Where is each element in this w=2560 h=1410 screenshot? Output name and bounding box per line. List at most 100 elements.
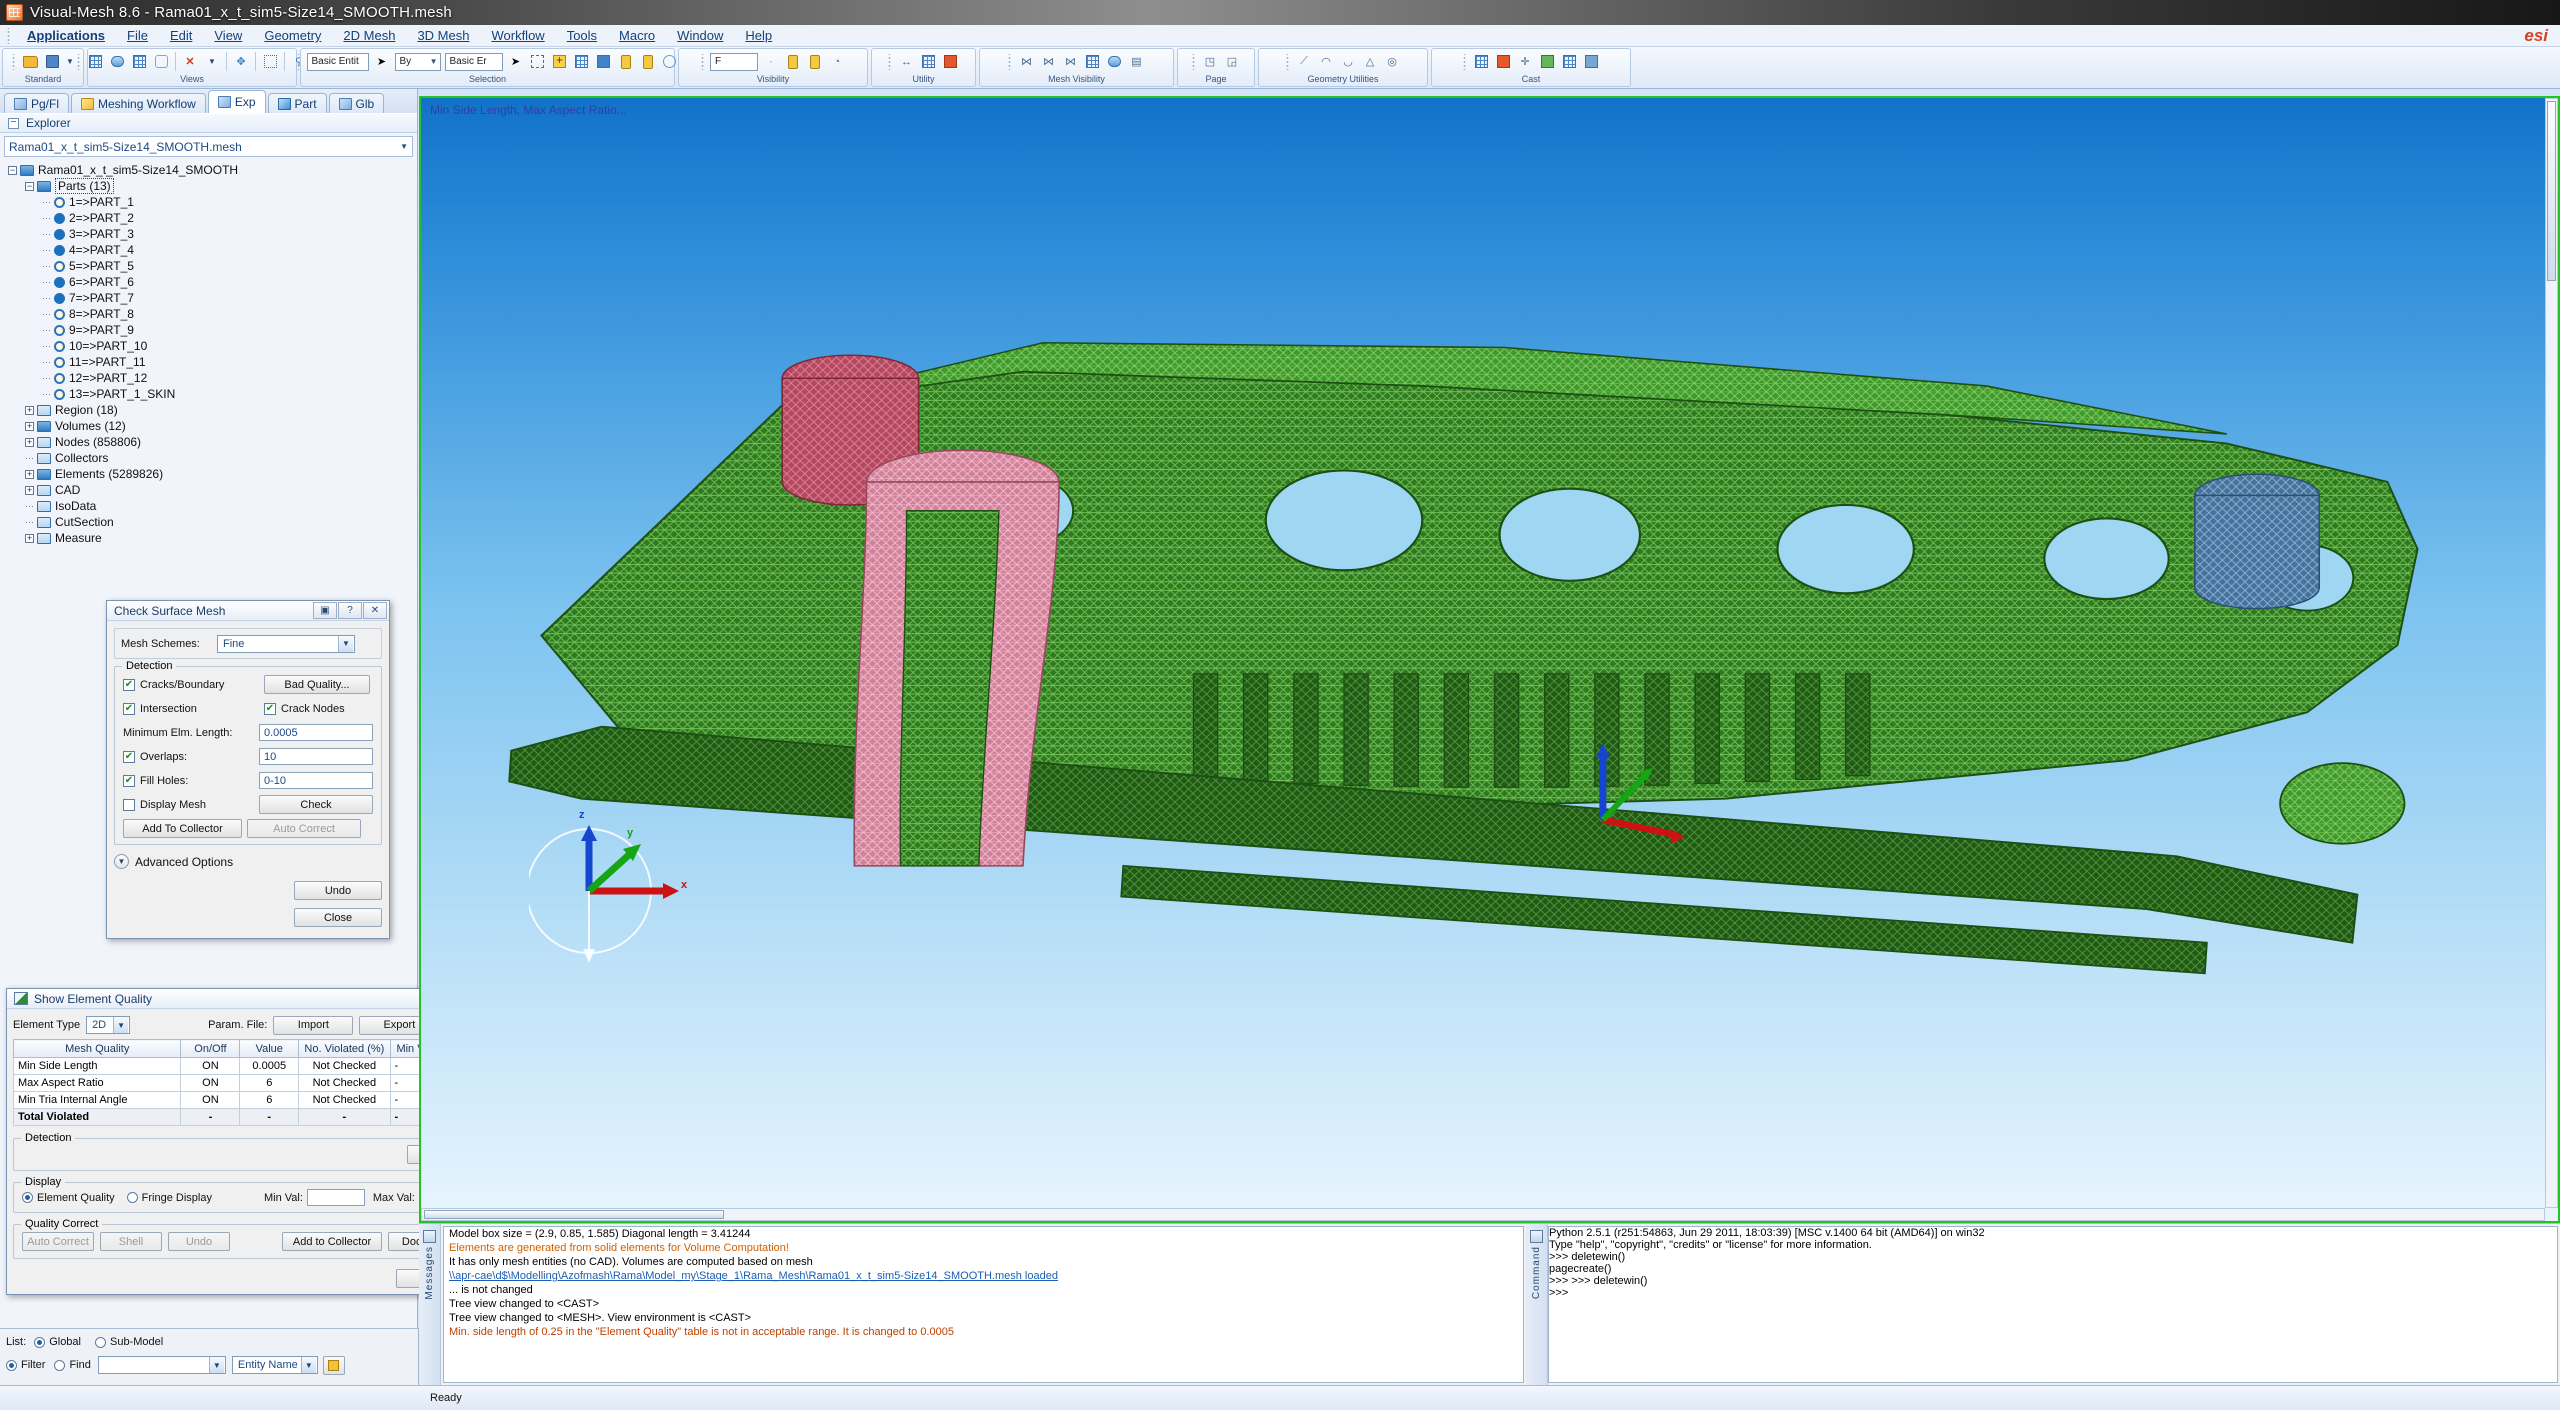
dropdown-views-icon[interactable]: ▼ (202, 52, 222, 72)
tree-item[interactable]: ⋯ 7=>PART_7 (6, 290, 417, 306)
add-to-collector-button[interactable]: Add To Collector (123, 819, 242, 838)
tab-meshing-workflow[interactable]: Meshing Workflow (71, 93, 206, 113)
tree-collapse-icon[interactable]: − (6, 164, 19, 177)
selection-pick-icon[interactable]: ➤ (372, 52, 392, 72)
quality-add-to-collector-button[interactable]: Add to Collector (282, 1232, 382, 1251)
quality-auto-correct-button[interactable]: Auto Correct (22, 1232, 94, 1251)
mesh-visibility-3-icon[interactable]: ⋈ (1061, 52, 1081, 72)
tree-item[interactable]: ⋯ 11=>PART_11 (6, 354, 417, 370)
tree-expand-icon[interactable]: + (23, 532, 36, 545)
mesh-schemes-combo[interactable]: Fine ▼ (217, 634, 355, 653)
cracks-boundary-checkbox[interactable] (123, 678, 135, 691)
message-log[interactable]: Model box size = (2.9, 0.85, 1.585) Diag… (443, 1226, 1524, 1383)
toolbar-page-grip[interactable] (1189, 53, 1197, 70)
global-radio[interactable] (34, 1336, 46, 1348)
tab-part[interactable]: Part (267, 93, 327, 113)
menu-help[interactable]: Help (734, 27, 783, 44)
toolbar-cast-grip[interactable] (1460, 53, 1468, 70)
fit-view-icon[interactable]: ✥ (231, 52, 251, 72)
undo-button[interactable]: Undo (294, 881, 382, 900)
menu-view[interactable]: View (203, 27, 253, 44)
python-console[interactable]: Python 2.5.1 (r251:54863, Jun 29 2011, 1… (1548, 1226, 2558, 1383)
filter-input[interactable]: ▼ (97, 1356, 226, 1374)
menu-geometry[interactable]: Geometry (253, 27, 332, 44)
selection-part2-icon[interactable] (638, 52, 658, 72)
element-quality-radio[interactable] (22, 1192, 33, 1203)
table-row[interactable]: Total Violated----- (12, 1108, 488, 1126)
collapse-icon[interactable]: − (8, 117, 19, 129)
utility-note-icon[interactable] (941, 52, 961, 72)
menu-applications[interactable]: Applications (16, 27, 116, 44)
tree-item[interactable]: + CAD (6, 482, 417, 498)
view-orientation-triad[interactable]: z y x (526, 809, 699, 963)
crack-nodes-checkbox[interactable] (264, 702, 276, 715)
mesh-visibility-1-icon[interactable]: ⋈ (1017, 52, 1037, 72)
check-button[interactable]: Check (259, 795, 373, 814)
min-val-input[interactable] (306, 1189, 365, 1206)
menu-file[interactable]: File (116, 27, 159, 44)
tab-explorer[interactable]: Exp (207, 90, 266, 113)
page-remove-icon[interactable]: ◲ (1222, 52, 1242, 72)
toolbar-selection-grip[interactable] (294, 53, 303, 70)
intersection-checkbox[interactable] (123, 702, 135, 715)
explorer-path-combo[interactable]: Rama01_x_t_sim5-Size14_SMOOTH.mesh ▼ (4, 136, 413, 157)
menu-window[interactable]: Window (666, 27, 734, 44)
advanced-options-row[interactable]: ▼ Advanced Options (114, 854, 382, 869)
selection-region-icon[interactable] (528, 52, 548, 72)
save-disk-icon[interactable] (42, 52, 62, 72)
overlaps-checkbox[interactable] (123, 750, 135, 763)
select-box-icon[interactable] (260, 52, 280, 72)
visibility-transparency-icon[interactable]: ◔ (827, 52, 847, 72)
tree-expand-icon[interactable]: + (23, 468, 36, 481)
filter-radio[interactable] (6, 1359, 17, 1371)
table-row[interactable]: Max Aspect RatioON6Not Checked-- (12, 1074, 488, 1092)
3d-viewport[interactable]: Min Side Length, Max Aspect Ratio... z y… (419, 96, 2560, 1223)
visibility-combo[interactable]: F (710, 52, 758, 71)
toolbar-standard-grip[interactable] (9, 53, 17, 70)
min-elm-length-input[interactable]: 0.0005 (259, 724, 373, 741)
quality-undo-button[interactable]: Undo (168, 1232, 230, 1251)
tree-item[interactable]: ⋯ 5=>PART_5 (6, 258, 417, 274)
utility-grid-icon[interactable] (919, 52, 939, 72)
tab-glb[interactable]: Glb (328, 93, 385, 113)
shaded-view-icon[interactable] (107, 52, 127, 72)
tree-item[interactable]: ⋯ 13=>PART_1_SKIN (6, 386, 417, 402)
tree-expand-icon[interactable]: + (23, 420, 36, 433)
cast-1-icon[interactable] (1471, 52, 1491, 72)
tree-expand-icon[interactable]: + (23, 404, 36, 417)
close-icon[interactable]: ✕ (363, 602, 387, 619)
axes-icon[interactable]: ✕ (180, 52, 200, 72)
tree-item[interactable]: − Parts (13) (6, 178, 417, 194)
toolbar-mesh-visibility-grip[interactable] (1005, 53, 1014, 70)
fill-holes-input[interactable]: 0-10 (259, 772, 373, 789)
selection-table-icon[interactable] (572, 52, 592, 72)
sub-model-radio[interactable] (94, 1336, 106, 1348)
tree-item[interactable]: + Nodes (858806) (6, 434, 417, 450)
mesh-visibility-2-icon[interactable]: ⋈ (1039, 52, 1059, 72)
toolbar-geometry-grip[interactable] (1283, 53, 1291, 70)
utility-measure-icon[interactable]: ↔ (897, 52, 917, 72)
messages-side-tab[interactable]: Messages (419, 1224, 441, 1385)
menu-edit[interactable]: Edit (159, 27, 203, 44)
image-icon[interactable]: ▣ (313, 602, 337, 619)
menu-tools[interactable]: Tools (556, 27, 608, 44)
selection-arrow-icon[interactable]: ➤ (506, 52, 526, 72)
tree-item[interactable]: ⋯ IsoData (6, 498, 417, 514)
selection-basic-combo[interactable]: Basic Er (444, 52, 503, 71)
tree-item[interactable]: ⋯ 3=>PART_3 (6, 226, 417, 242)
mesh-visibility-5-icon[interactable] (1105, 52, 1125, 72)
mesh-visibility-4-icon[interactable] (1083, 52, 1103, 72)
bad-quality-button[interactable]: Bad Quality... (264, 675, 370, 694)
geometry-line-icon[interactable]: ⟋ (1294, 52, 1314, 72)
tab-pg-fl[interactable]: Pg/Fl (4, 93, 70, 113)
mesh-visibility-6-icon[interactable]: ▤ (1127, 52, 1147, 72)
selection-list-icon[interactable] (594, 52, 614, 72)
display-mesh-checkbox[interactable] (123, 798, 135, 811)
tree-item[interactable]: ⋯ 9=>PART_9 (6, 322, 417, 338)
tree-item[interactable]: ⋯ CutSection (6, 514, 417, 530)
find-radio[interactable] (54, 1359, 66, 1371)
geometry-curve-icon[interactable]: ◠ (1316, 52, 1336, 72)
selection-add-icon[interactable] (550, 52, 570, 72)
viewport-vertical-scrollbar[interactable] (2545, 98, 2558, 1208)
geometry-triangle-icon[interactable]: △ (1360, 52, 1380, 72)
